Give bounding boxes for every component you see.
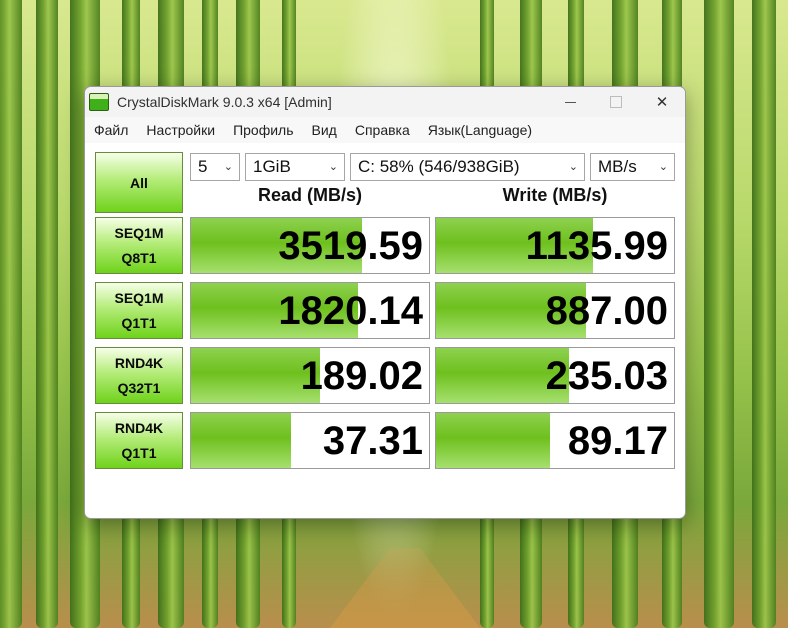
chevron-down-icon: ⌄ bbox=[568, 161, 578, 173]
test-button-seq1m-q1t1[interactable]: SEQ1M Q1T1 bbox=[95, 282, 183, 339]
test-button-rnd4k-q1t1[interactable]: RND4K Q1T1 bbox=[95, 412, 183, 469]
menu-help[interactable]: Справка bbox=[346, 122, 419, 138]
read-result-rnd4k-q1t1: 37.31 bbox=[190, 412, 430, 469]
write-result-seq1m-q8t1: 1135.99 bbox=[435, 217, 675, 274]
test-params: Q1T1 bbox=[121, 314, 157, 331]
app-icon bbox=[89, 93, 109, 111]
read-result-rnd4k-q32t1: 189.02 bbox=[190, 347, 430, 404]
read-value: 37.31 bbox=[322, 419, 423, 463]
test-params: Q8T1 bbox=[121, 249, 157, 266]
write-bar bbox=[436, 413, 551, 468]
write-result-seq1m-q1t1: 887.00 bbox=[435, 282, 675, 339]
test-name: RND4K bbox=[114, 419, 164, 436]
read-result-seq1m-q8t1: 3519.59 bbox=[190, 217, 430, 274]
maximize-button[interactable] bbox=[593, 87, 639, 117]
size-value: 1GiB bbox=[253, 157, 291, 176]
menu-bar: Файл Настройки Профиль Вид Справка Язык(… bbox=[85, 117, 685, 143]
unit-select[interactable]: MB/s ⌄ bbox=[590, 153, 675, 181]
menu-settings[interactable]: Настройки bbox=[137, 122, 224, 138]
write-value: 89.17 bbox=[567, 419, 668, 463]
write-value: 235.03 bbox=[545, 354, 668, 398]
menu-file[interactable]: Файл bbox=[85, 122, 137, 138]
chevron-down-icon: ⌄ bbox=[328, 161, 338, 173]
test-button-seq1m-q8t1[interactable]: SEQ1M Q8T1 bbox=[95, 217, 183, 274]
test-params: Q32T1 bbox=[117, 379, 161, 396]
test-name: RND4K bbox=[114, 354, 164, 371]
maximize-icon bbox=[610, 96, 622, 108]
read-result-seq1m-q1t1: 1820.14 bbox=[190, 282, 430, 339]
read-value: 189.02 bbox=[300, 354, 423, 398]
chevron-down-icon: ⌄ bbox=[658, 161, 668, 173]
drive-select[interactable]: C: 58% (546/938GiB) ⌄ bbox=[350, 153, 585, 181]
close-button[interactable]: ✕ bbox=[639, 87, 685, 117]
benchmark-panel: All 5 ⌄ 1GiB ⌄ C: 58% (546/938GiB) ⌄ MB/… bbox=[85, 143, 685, 517]
count-value: 5 bbox=[198, 157, 208, 176]
size-select[interactable]: 1GiB ⌄ bbox=[245, 153, 345, 181]
read-value: 3519.59 bbox=[278, 224, 423, 268]
close-icon: ✕ bbox=[655, 94, 669, 111]
write-result-rnd4k-q1t1: 89.17 bbox=[435, 412, 675, 469]
write-value: 1135.99 bbox=[525, 224, 668, 268]
test-name: SEQ1M bbox=[114, 289, 164, 306]
unit-value: MB/s bbox=[598, 157, 637, 176]
menu-language[interactable]: Язык(Language) bbox=[419, 122, 541, 138]
test-button-rnd4k-q32t1[interactable]: RND4K Q32T1 bbox=[95, 347, 183, 404]
menu-profile[interactable]: Профиль bbox=[224, 122, 302, 138]
all-button[interactable]: All bbox=[95, 152, 183, 213]
title-bar[interactable]: CrystalDiskMark 9.0.3 x64 [Admin] ✕ bbox=[85, 87, 685, 117]
window-title: CrystalDiskMark 9.0.3 x64 [Admin] bbox=[117, 94, 332, 110]
test-params: Q1T1 bbox=[121, 444, 157, 461]
read-header: Read (MB/s) bbox=[257, 185, 362, 205]
read-bar bbox=[191, 413, 291, 468]
write-header: Write (MB/s) bbox=[502, 185, 608, 205]
minimize-icon bbox=[564, 101, 576, 103]
minimize-button[interactable] bbox=[547, 87, 593, 117]
write-value: 887.00 bbox=[545, 289, 668, 333]
menu-view[interactable]: Вид bbox=[303, 122, 346, 138]
count-select[interactable]: 5 ⌄ bbox=[190, 153, 240, 181]
crystaldiskmark-window: CrystalDiskMark 9.0.3 x64 [Admin] ✕ Файл… bbox=[84, 86, 686, 519]
test-name: SEQ1M bbox=[114, 224, 164, 241]
read-value: 1820.14 bbox=[278, 289, 423, 333]
drive-value: C: 58% (546/938GiB) bbox=[358, 157, 520, 176]
chevron-down-icon: ⌄ bbox=[223, 161, 233, 173]
write-result-rnd4k-q32t1: 235.03 bbox=[435, 347, 675, 404]
